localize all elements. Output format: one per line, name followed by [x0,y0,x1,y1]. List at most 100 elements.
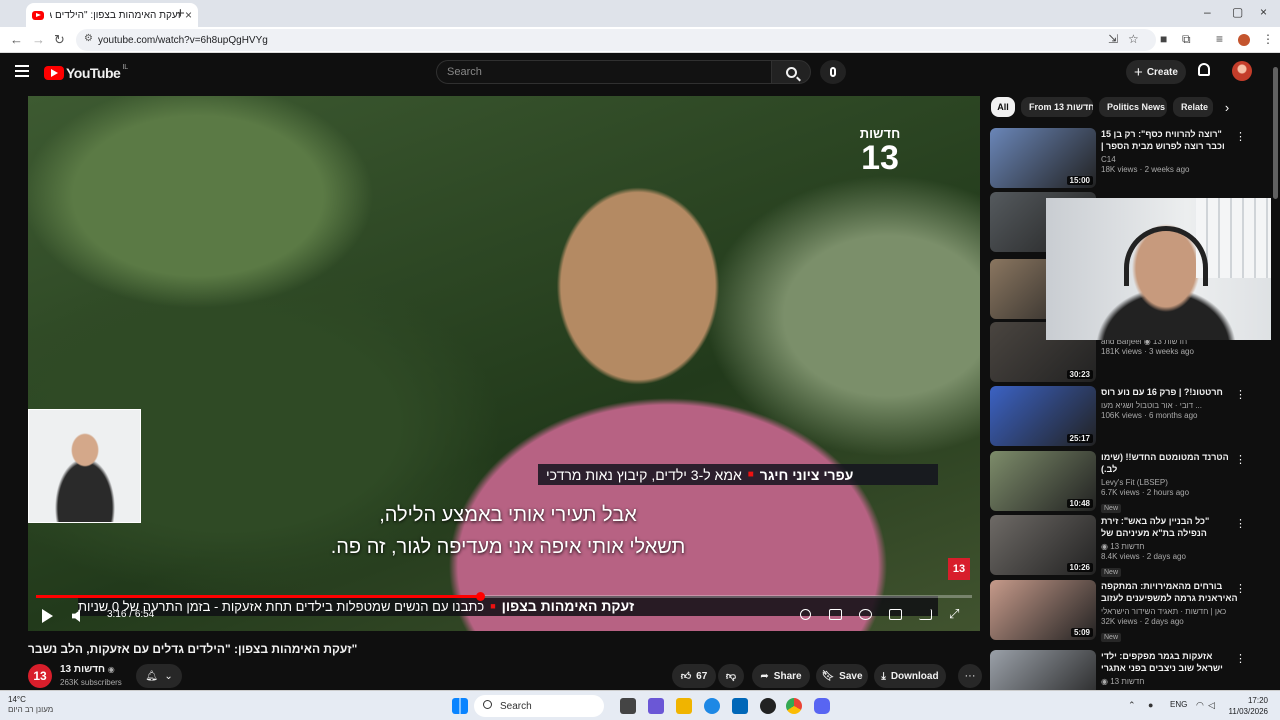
new-tab-button[interactable]: + [176,5,185,22]
extensions-puzzle-icon[interactable]: ⧉ [1182,32,1191,47]
tab-close-icon[interactable]: × [185,8,192,22]
create-button[interactable]: + Create [1126,60,1186,84]
recommendation-card[interactable]: 25:17 חרטטונ!? | פרק 16 עם נוע רוס דובי · … [990,386,1260,446]
browser-menu-icon[interactable]: ⋮ [1262,32,1274,46]
more-options-icon[interactable]: ⋮ [1235,652,1246,665]
back-icon[interactable]: ← [10,32,23,47]
store-icon[interactable] [732,698,748,714]
channel-name[interactable]: 13 חדשות ◉ [60,664,115,675]
recommendation-thumbnail[interactable]: 10:48 [990,451,1096,511]
more-options-icon[interactable]: ⋮ [1235,453,1246,466]
volume-icon[interactable] [72,610,80,622]
recommendation-thumbnail[interactable]: 15:00 [990,128,1096,188]
reload-icon[interactable]: ↻ [54,32,65,48]
captions-icon[interactable] [829,609,842,620]
install-app-icon[interactable]: ⇲ [1108,32,1118,46]
miniplayer-icon[interactable] [889,609,902,620]
fullscreen-icon[interactable] [949,606,962,622]
recommendation-info: אזעקות בגמר מפקפים: ילדי ישראל שוב ניצבי… [1101,650,1239,687]
play-icon[interactable] [42,609,53,623]
taskbar-search[interactable]: Search [474,695,604,717]
minimize-button[interactable]: – [1204,5,1211,19]
cast-icon[interactable] [919,609,932,620]
chip-politics-news[interactable]: Politics News [1099,97,1167,117]
notifications-bell-icon[interactable] [1198,63,1210,76]
autoplay-toggle-icon[interactable] [800,609,811,620]
chrome-icon[interactable] [786,698,802,714]
app-icon[interactable] [760,698,776,714]
address-bar[interactable]: ⚙ youtube.com/watch?v=6h8upQgHVYg [76,29,1156,51]
site-info-icon[interactable]: ⚙ [84,33,93,44]
forward-icon[interactable]: → [32,32,45,47]
like-button[interactable]: 👍︎ 67 [672,664,716,688]
more-options-icon[interactable]: ⋮ [1235,517,1246,530]
recommendation-title[interactable]: אזעקות בגמר מפקפים: ילדי ישראל שוב ניצבי… [1101,650,1239,674]
channel-avatar[interactable]: 13 [28,664,52,688]
recommendation-title[interactable]: הטרנד המטומטם החדש!! (שימו לב.) [1101,451,1239,475]
more-options-icon[interactable]: ⋮ [1235,130,1246,143]
clock[interactable]: 17:20 11/03/2026 [1220,695,1268,717]
chip-related[interactable]: Relate [1173,97,1213,117]
chevron-right-icon[interactable]: › [1218,100,1236,116]
discord-icon[interactable] [814,698,830,714]
subscription-bell-button[interactable]: 🔔︎ ⌄ [136,664,182,688]
recommendation-card[interactable]: 15:00 "רוצה להרוויח כסף": רק בן 15 וכבר ר… [990,128,1260,188]
search-button[interactable] [771,60,811,84]
account-avatar[interactable] [1232,61,1252,81]
recommendation-title[interactable]: "רוצה להרוויח כסף": רק בן 15 וכבר רוצה ל… [1101,128,1239,152]
task-view-icon[interactable] [620,698,636,714]
share-button[interactable]: ➦ Share [752,664,810,688]
browser-tab[interactable]: זעקת האימהות בצפון: "הילדים ג × [26,3,198,27]
download-button[interactable]: ⤓ Download [874,664,946,688]
speaker-icon[interactable]: ◁ [1208,700,1215,711]
windows-start-icon[interactable] [452,698,468,714]
recommendation-thumbnail[interactable]: 25:17 [990,386,1096,446]
chip-from-channel[interactable]: From 13 חדשות [1021,97,1093,117]
progress-scrubber-handle[interactable] [475,592,485,601]
close-window-button[interactable]: × [1260,5,1267,19]
wifi-icon[interactable]: ◠ [1196,700,1204,711]
edge-icon[interactable] [704,698,720,714]
recommendation-card[interactable]: 10:48 הטרנד המטומטם החדש!! (שימו לב.) Levy… [990,451,1260,513]
taskbar-search-label: Search [500,700,532,712]
recommendation-title[interactable]: חרטטונ!? | פרק 16 עם נוע רוס [1101,386,1239,398]
tray-chevron-up-icon[interactable]: ⌃ [1128,700,1136,711]
recommendation-thumbnail[interactable]: 5:09 [990,580,1096,640]
profile-avatar[interactable] [1238,34,1250,46]
channel-name-text: 13 חדשות [60,664,105,675]
weather-widget[interactable]: 14°C מעונן רב היום [8,695,53,715]
file-explorer-icon[interactable] [676,698,692,714]
recommendation-title[interactable]: בורחים מהאמירויות: המתקפה האיראנית גרמה … [1101,580,1239,604]
video-player[interactable]: חדשות 13 עפרי ציוני חיגר ■ אמא ל-3 ילדים… [28,96,980,631]
more-actions-button[interactable]: ··· [958,664,982,688]
recommendation-card[interactable]: 5:09 בורחים מהאמירויות: המתקפה האיראנית ג… [990,580,1260,642]
save-button[interactable]: 🔖︎ Save [816,664,868,688]
video-title: "זעקת האימהות בצפון: "הילדים גדלים עם אז… [28,642,358,656]
chip-all[interactable]: All [991,97,1015,117]
extension-icon[interactable]: ■ [1160,32,1167,46]
settings-gear-icon[interactable] [859,609,872,620]
page-scrollbar[interactable] [1271,53,1280,690]
youtube-logo[interactable]: YouTube IL [44,64,128,81]
media-controls-icon[interactable]: ≡ [1216,32,1223,46]
more-options-icon[interactable]: ⋮ [1235,582,1246,595]
progress-bar[interactable] [36,592,972,601]
microphone-icon [830,67,836,77]
language-indicator[interactable]: ENG [1170,700,1187,709]
recommendation-thumbnail[interactable]: 10:26 [990,515,1096,575]
hamburger-menu-icon[interactable] [15,65,29,77]
recommendation-card[interactable]: 10:26 "כל הבניין עלה באש": זירת הנפילה בת… [990,515,1260,577]
youtube-favicon-icon [32,10,44,20]
bookmark-star-icon[interactable]: ☆ [1128,32,1139,46]
tray-mic-icon[interactable]: ● [1148,700,1153,710]
duration-badge: 25:17 [1066,434,1093,443]
maximize-button[interactable]: ▢ [1232,5,1243,19]
search-input[interactable]: Search [436,60,771,84]
teams-icon[interactable] [648,698,664,714]
recommendation-title[interactable]: "כל הבניין עלה באש": זירת הנפילה בת"א מע… [1101,515,1239,539]
dislike-button[interactable]: 👎︎ [718,664,744,688]
more-options-icon[interactable]: ⋮ [1235,388,1246,401]
voice-search-button[interactable] [820,60,846,84]
scrollbar-thumb[interactable] [1273,67,1278,199]
share-label: Share [773,670,802,682]
